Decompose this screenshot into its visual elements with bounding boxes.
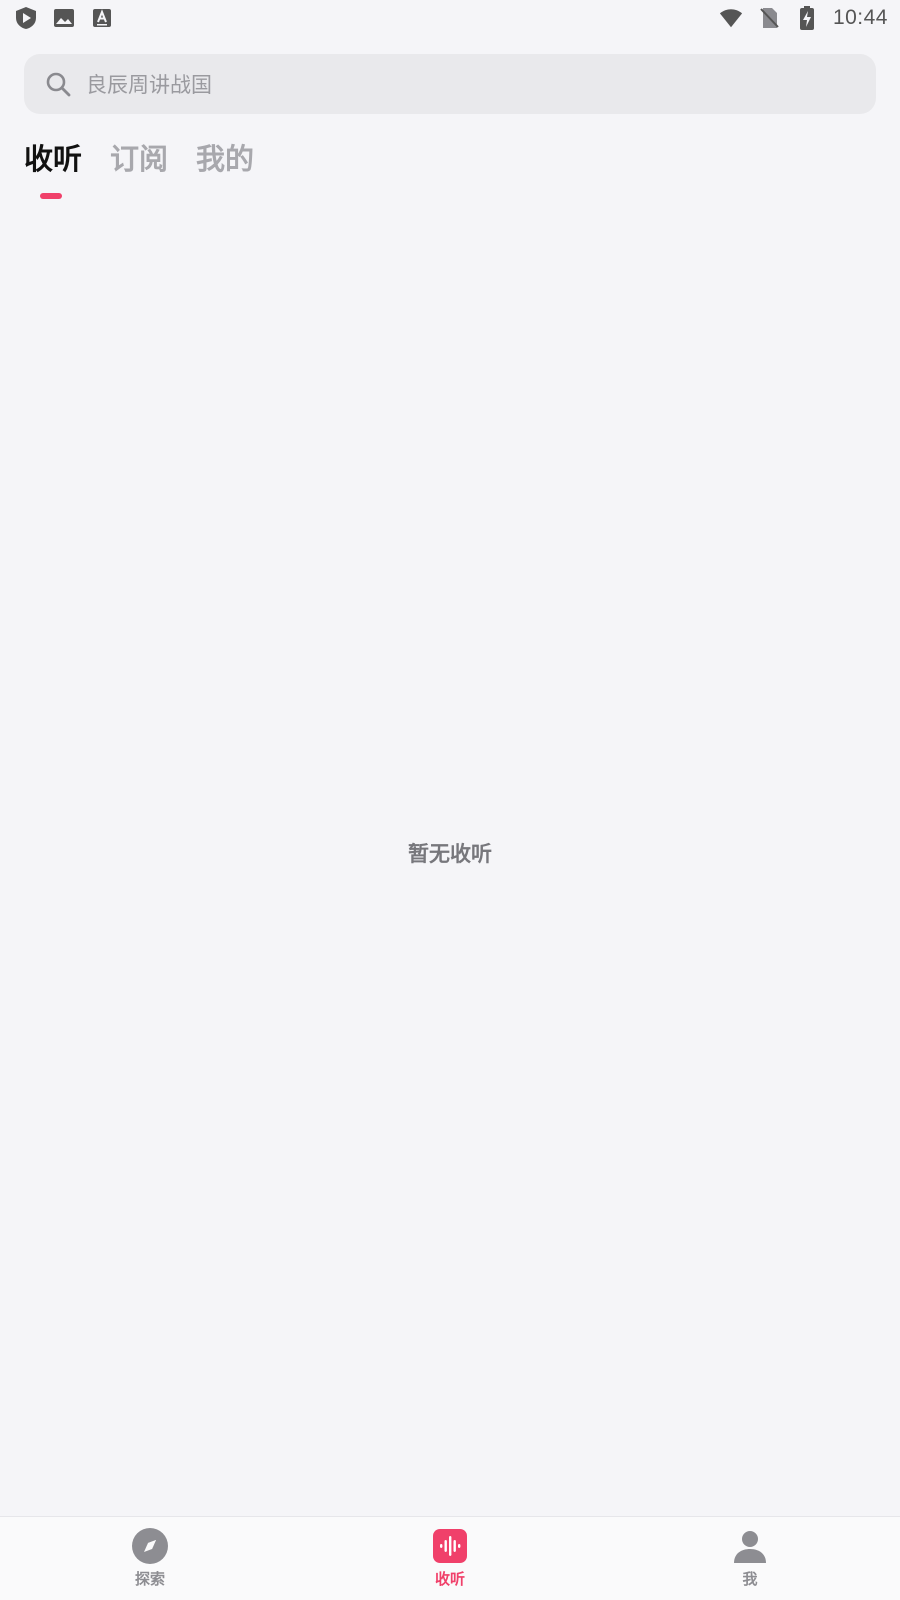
nav-me-label: 我	[742, 1570, 758, 1588]
search-placeholder: 良辰周讲战国	[86, 73, 212, 97]
status-bar: 10:44	[0, 0, 900, 36]
search-icon	[44, 70, 72, 98]
tab-listening-label: 收听	[24, 142, 83, 176]
nav-explore[interactable]: 探索	[0, 1517, 300, 1600]
tab-mine-label: 我的	[196, 142, 255, 176]
status-left	[14, 6, 114, 30]
tab-bar: 收听 订阅 我的	[24, 142, 254, 202]
font-a-icon	[90, 6, 114, 30]
status-time: 10:44	[832, 6, 888, 29]
person-icon	[732, 1528, 768, 1564]
empty-state-message: 暂无收听	[408, 842, 492, 866]
compass-icon	[132, 1528, 168, 1564]
tab-listening[interactable]: 收听	[24, 142, 83, 199]
screen: 10:44 良辰周讲战国 收听 订阅 我的 暂无收听 探索 收听 我	[0, 0, 900, 1600]
shield-play-icon	[14, 6, 38, 30]
battery-charging-icon	[795, 6, 819, 30]
nav-listening-label: 收听	[434, 1570, 465, 1588]
status-right: 10:44	[719, 6, 888, 30]
bottom-nav: 探索 收听 我	[0, 1516, 900, 1600]
tab-mine[interactable]: 我的	[196, 142, 254, 177]
nav-me[interactable]: 我	[600, 1517, 900, 1600]
soundwave-icon	[432, 1528, 468, 1564]
wifi-icon	[719, 6, 743, 30]
tab-active-indicator	[40, 193, 62, 199]
tab-subscriptions-label: 订阅	[110, 142, 169, 176]
image-icon	[52, 6, 76, 30]
search-input[interactable]: 良辰周讲战国	[24, 54, 876, 114]
nav-listening[interactable]: 收听	[300, 1517, 600, 1600]
tab-subscriptions[interactable]: 订阅	[110, 142, 168, 177]
no-sim-icon	[757, 6, 781, 30]
nav-explore-label: 探索	[134, 1570, 165, 1588]
